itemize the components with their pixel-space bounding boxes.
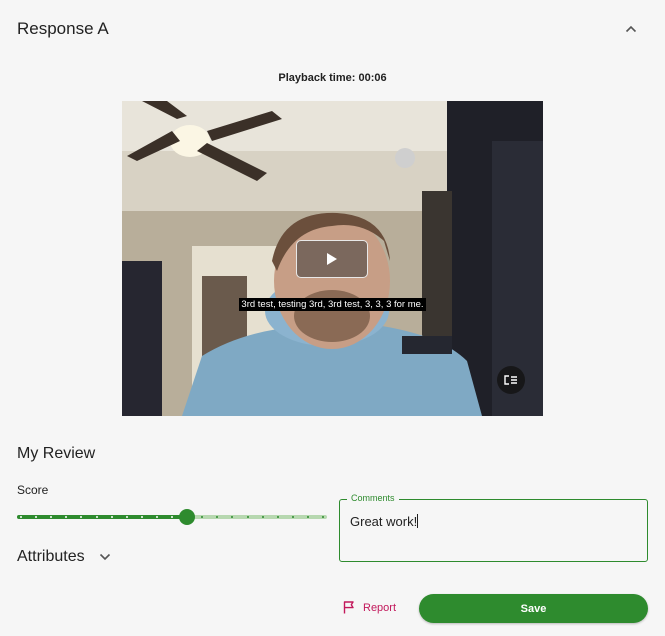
score-label: Score (17, 483, 49, 497)
slider-tick (155, 516, 158, 518)
captions-button[interactable] (497, 366, 525, 394)
play-icon (327, 253, 337, 265)
closed-captions-icon (504, 375, 517, 385)
video-player[interactable]: 3rd test, testing 3rd, 3rd test, 3, 3, 3… (122, 101, 543, 416)
caption-text: 3rd test, testing 3rd, 3rd test, 3, 3, 3… (239, 298, 426, 311)
playback-time: Playback time: 00:06 (278, 72, 387, 84)
slider-tick (246, 516, 249, 518)
slider-thumb[interactable] (179, 509, 196, 525)
text-caret (417, 514, 419, 528)
comments-value[interactable]: Great work! (350, 514, 419, 529)
slider-tick (125, 516, 128, 518)
comments-field[interactable]: Comments Great work! (339, 493, 648, 562)
chevron-up-icon (625, 25, 637, 33)
slider-tick (276, 516, 279, 518)
response-title: Response A (17, 19, 109, 38)
video-caption: 3rd test, testing 3rd, 3rd test, 3, 3, 3… (122, 294, 543, 312)
report-button[interactable]: Report (343, 601, 396, 614)
report-label: Report (363, 601, 397, 614)
comments-label: Comments (347, 493, 399, 503)
flag-icon (343, 601, 354, 614)
attributes-toggle[interactable]: Attributes (17, 548, 111, 566)
slider-track (17, 515, 188, 519)
response-header: Response A (0, 0, 665, 58)
slider-tick (140, 516, 143, 518)
slider-tick (261, 516, 264, 518)
play-button[interactable] (296, 240, 368, 278)
chevron-down-icon (99, 553, 111, 561)
slider-tick (306, 516, 309, 518)
slider-tick (20, 516, 22, 518)
slider-tick (171, 516, 173, 518)
my-review-heading: My Review (17, 445, 96, 462)
score-slider[interactable] (17, 506, 327, 528)
slider-tick (95, 516, 98, 518)
collapse-button[interactable] (620, 18, 642, 40)
slider-tick (110, 516, 113, 518)
attributes-label: Attributes (17, 548, 85, 565)
slider-tick (291, 516, 294, 518)
slider-tick (322, 516, 324, 518)
save-button[interactable]: Save (419, 594, 648, 623)
